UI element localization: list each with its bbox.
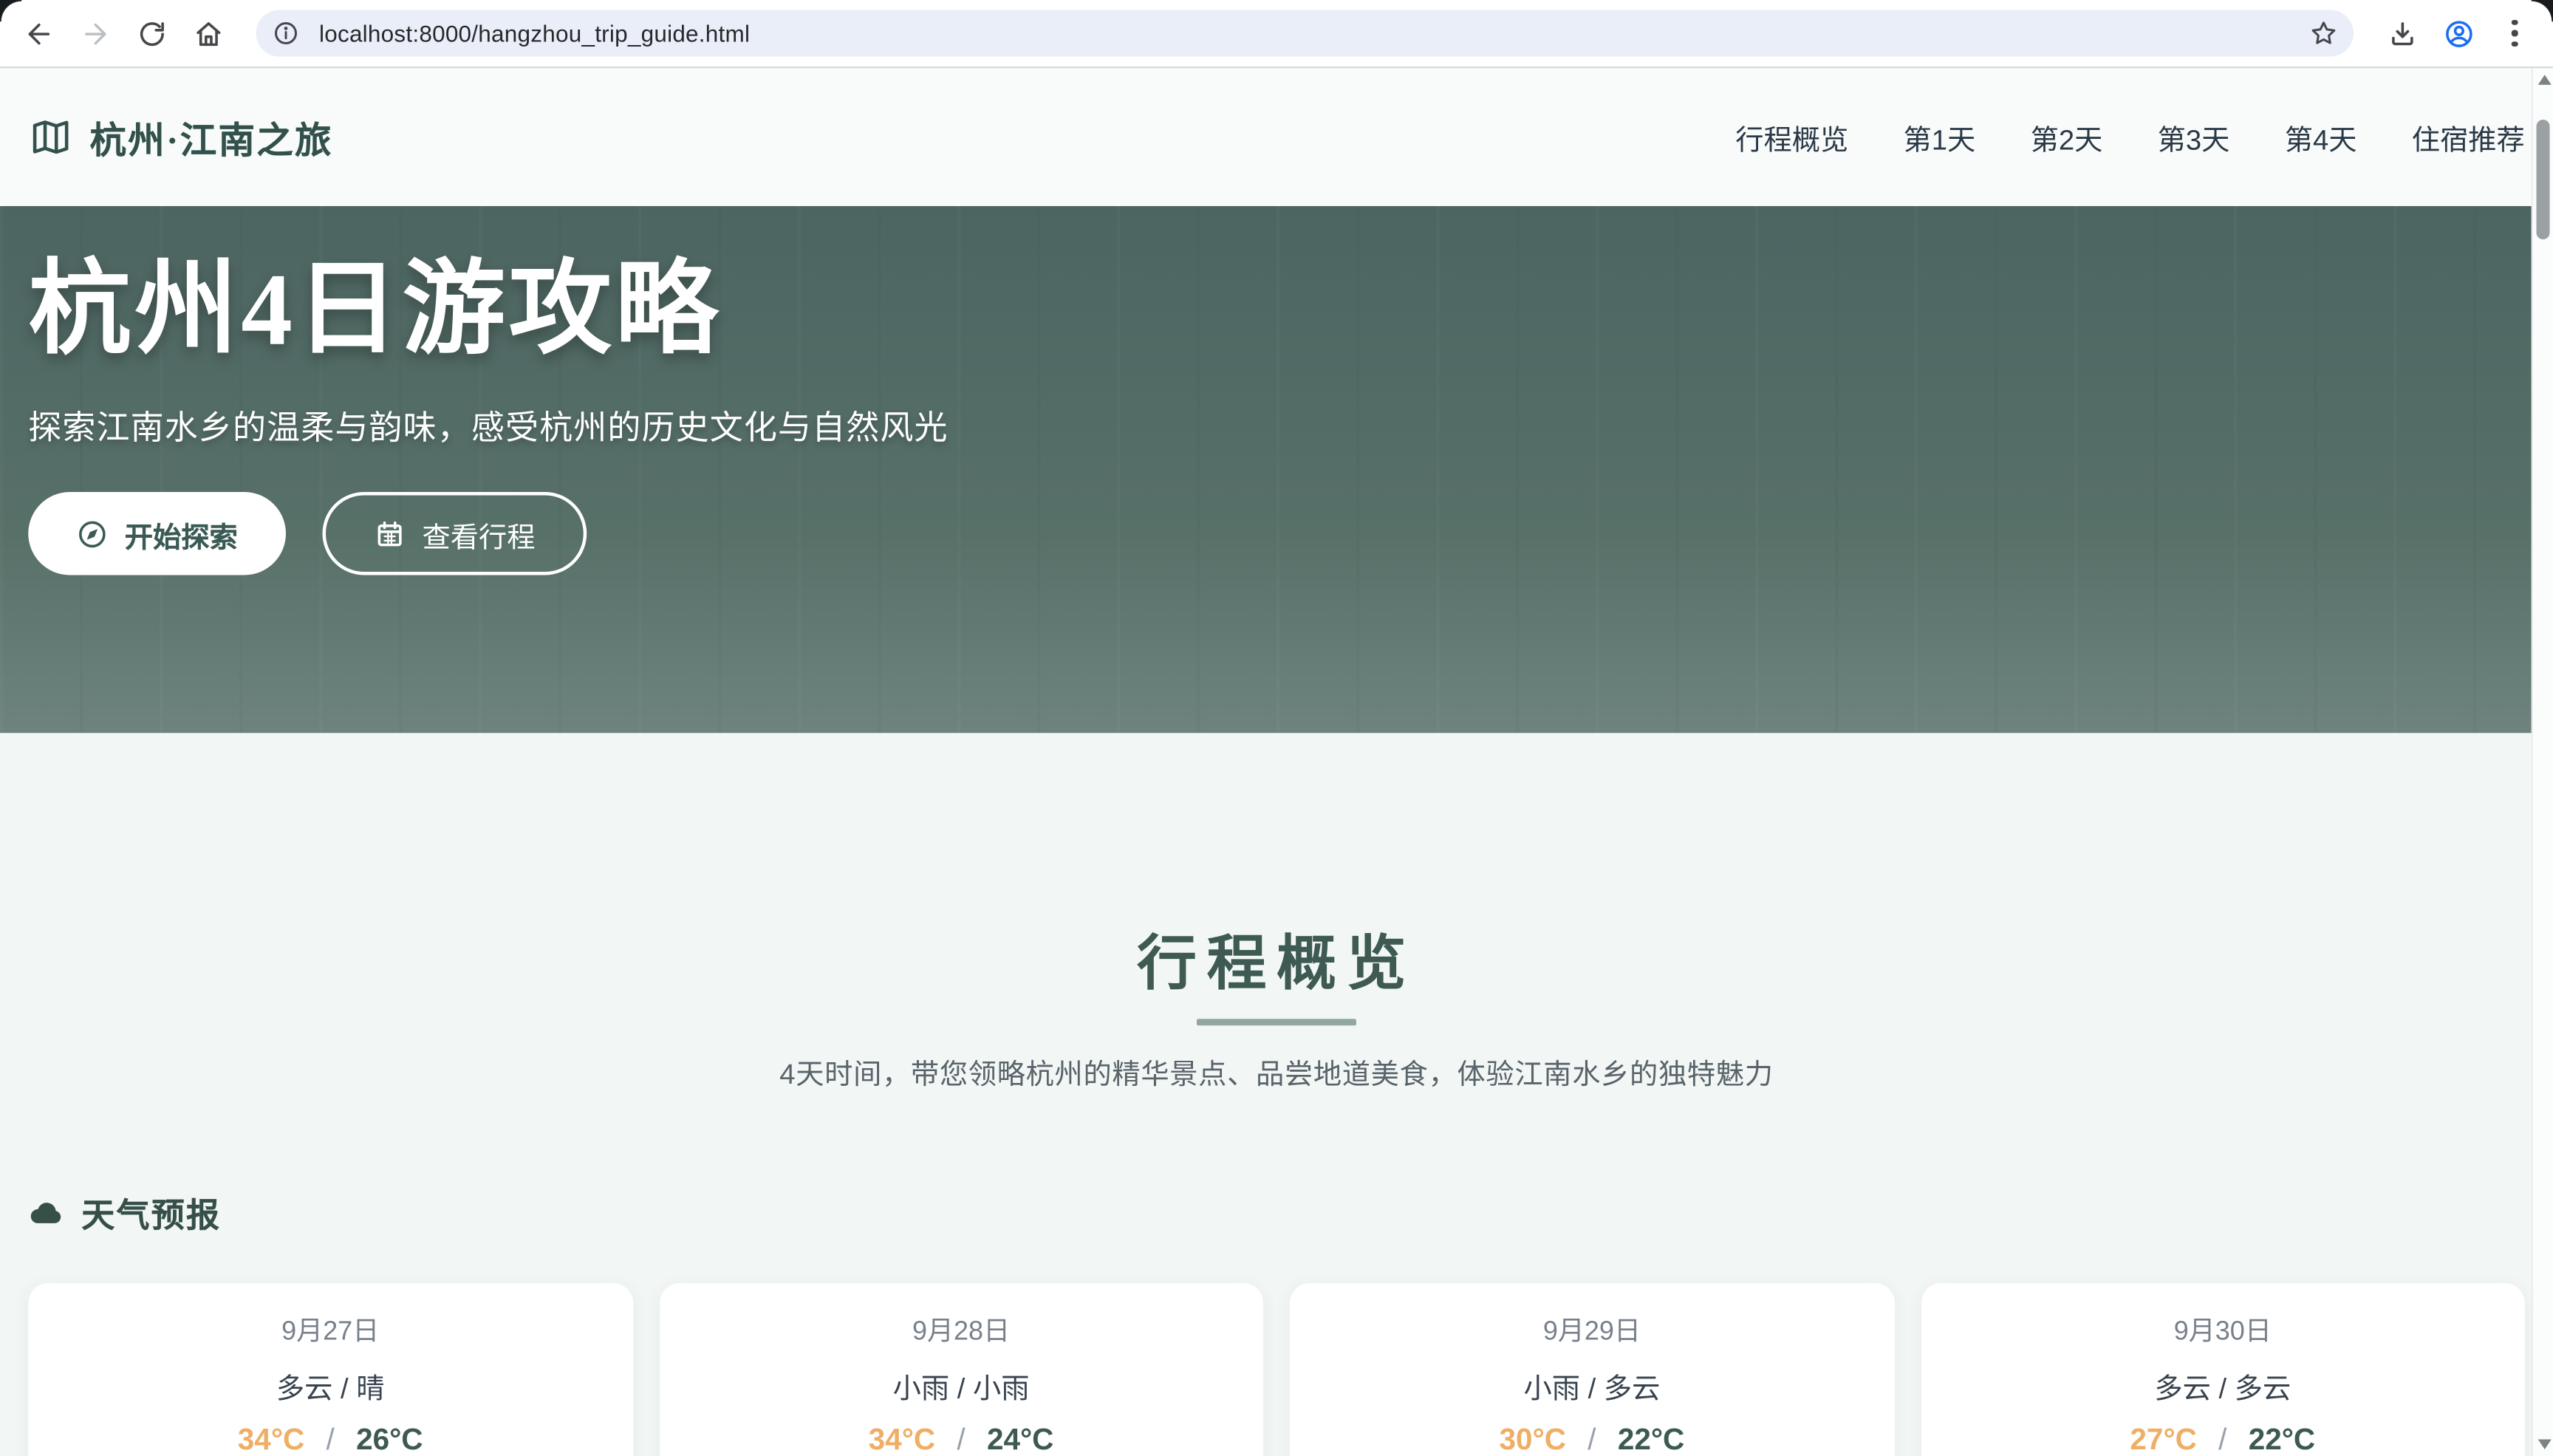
overview-section-header: 行程概览 4天时间，带您领略杭州的精华景点、品尝地道美食，体验江南水乡的独特魅力	[0, 733, 2553, 1092]
browser-toolbar: localhost:8000/hangzhou_trip_guide.html	[0, 0, 2553, 68]
home-button[interactable]	[180, 5, 236, 62]
brand-logo[interactable]: 杭州·江南之旅	[28, 111, 333, 164]
kebab-menu-icon	[2512, 19, 2518, 47]
weather-card: 9月29日 小雨 / 多云 30°C / 22°C	[1290, 1283, 1894, 1456]
weather-date: 9月29日	[1543, 1308, 1641, 1348]
overview-subtitle: 4天时间，带您领略杭州的精华景点、品尝地道美食，体验江南水乡的独特魅力	[0, 1050, 2553, 1092]
forward-icon	[79, 18, 111, 49]
site-info-icon	[273, 20, 299, 47]
weather-cards: 9月27日 多云 / 晴 34°C / 26°C 9月28日 小雨 / 小雨 3…	[28, 1283, 2525, 1456]
downloads-button[interactable]	[2373, 5, 2430, 62]
back-icon	[22, 18, 54, 49]
cloud-icon	[28, 1194, 65, 1231]
window-corner	[2532, 0, 2553, 21]
main-nav: 行程概览 第1天 第2天 第3天 第4天 住宿推荐	[1735, 117, 2524, 158]
weather-temps: 34°C / 24°C	[869, 1423, 1054, 1456]
url-text: localhost:8000/hangzhou_trip_guide.html	[319, 20, 2304, 47]
hero-subtitle: 探索江南水乡的温柔与韵味，感受杭州的历史文化与自然风光	[28, 401, 2525, 449]
weather-date: 9月28日	[912, 1308, 1010, 1348]
temp-separator: /	[2218, 1423, 2226, 1456]
bookmark-star-icon	[2308, 18, 2339, 49]
page-scrollbar[interactable]	[2532, 66, 2553, 1456]
weather-condition: 多云 / 多云	[2154, 1364, 2291, 1406]
temp-high: 34°C	[238, 1423, 304, 1456]
bookmark-star-button[interactable]	[2304, 13, 2344, 53]
title-underline	[1197, 1019, 1356, 1025]
browser-window: localhost:8000/hangzhou_trip_guide.html	[0, 0, 2553, 1456]
hero-actions: 开始探索 查看行程	[28, 493, 2525, 576]
weather-condition: 小雨 / 小雨	[893, 1364, 1030, 1406]
home-icon	[192, 18, 224, 49]
view-itinerary-button-label: 查看行程	[423, 513, 536, 555]
reload-button[interactable]	[123, 5, 180, 62]
explore-button-label: 开始探索	[125, 513, 238, 555]
url-bar[interactable]: localhost:8000/hangzhou_trip_guide.html	[256, 10, 2354, 57]
weather-temps: 34°C / 26°C	[238, 1423, 423, 1456]
profile-avatar-icon	[2442, 18, 2474, 49]
hero-section: 杭州4日游攻略 探索江南水乡的温柔与韵味，感受杭州的历史文化与自然风光 开始探索…	[0, 206, 2553, 733]
weather-card: 9月30日 多云 / 多云 27°C / 22°C	[1921, 1283, 2525, 1456]
reload-icon	[135, 18, 167, 49]
forward-button[interactable]	[66, 5, 123, 62]
scrollbar-down-arrow[interactable]	[2533, 1433, 2553, 1455]
temp-low: 22°C	[1618, 1423, 1684, 1456]
site-info-button[interactable]	[266, 13, 306, 53]
nav-item-day3[interactable]: 第3天	[2158, 117, 2230, 158]
download-icon	[2386, 18, 2418, 49]
folded-map-icon	[28, 115, 73, 160]
temp-separator: /	[1587, 1423, 1596, 1456]
weather-heading: 天气预报	[28, 1189, 2525, 1237]
weather-section: 天气预报 9月27日 多云 / 晴 34°C / 26°C 9月28日 小雨 /…	[0, 1189, 2553, 1456]
scrollbar-thumb[interactable]	[2537, 120, 2550, 239]
weather-condition: 小雨 / 多云	[1523, 1364, 1660, 1406]
nav-item-day1[interactable]: 第1天	[1904, 117, 1976, 158]
hero-title: 杭州4日游攻略	[28, 250, 2525, 373]
site-header: 杭州·江南之旅 行程概览 第1天 第2天 第3天 第4天 住宿推荐	[0, 68, 2553, 206]
overview-title: 行程概览	[0, 916, 2553, 1002]
brand-title: 杭州·江南之旅	[90, 111, 333, 164]
scrollbar-up-arrow[interactable]	[2533, 68, 2553, 89]
weather-card: 9月27日 多云 / 晴 34°C / 26°C	[28, 1283, 632, 1456]
nav-item-day2[interactable]: 第2天	[2031, 117, 2103, 158]
calendar-icon	[374, 519, 406, 550]
weather-date: 9月30日	[2174, 1308, 2272, 1348]
temp-high: 34°C	[869, 1423, 935, 1456]
weather-heading-label: 天气预报	[81, 1189, 221, 1237]
temp-high: 30°C	[1500, 1423, 1566, 1456]
explore-button[interactable]: 开始探索	[28, 493, 286, 576]
profile-button[interactable]	[2430, 5, 2487, 62]
nav-item-lodging[interactable]: 住宿推荐	[2412, 117, 2525, 158]
temp-low: 24°C	[987, 1423, 1053, 1456]
weather-temps: 30°C / 22°C	[1500, 1423, 1685, 1456]
temp-low: 26°C	[356, 1423, 423, 1456]
view-itinerary-button[interactable]: 查看行程	[323, 493, 587, 576]
temp-low: 22°C	[2249, 1423, 2315, 1456]
weather-temps: 27°C / 22°C	[2130, 1423, 2315, 1456]
weather-condition: 多云 / 晴	[276, 1364, 385, 1406]
nav-item-day4[interactable]: 第4天	[2285, 117, 2357, 158]
temp-separator: /	[957, 1423, 965, 1456]
weather-card: 9月28日 小雨 / 小雨 34°C / 24°C	[659, 1283, 1263, 1456]
temp-separator: /	[327, 1423, 335, 1456]
compass-icon	[77, 519, 109, 550]
weather-date: 9月27日	[281, 1308, 379, 1348]
nav-item-overview[interactable]: 行程概览	[1735, 117, 1848, 158]
temp-high: 27°C	[2130, 1423, 2196, 1456]
window-corner	[0, 0, 21, 21]
